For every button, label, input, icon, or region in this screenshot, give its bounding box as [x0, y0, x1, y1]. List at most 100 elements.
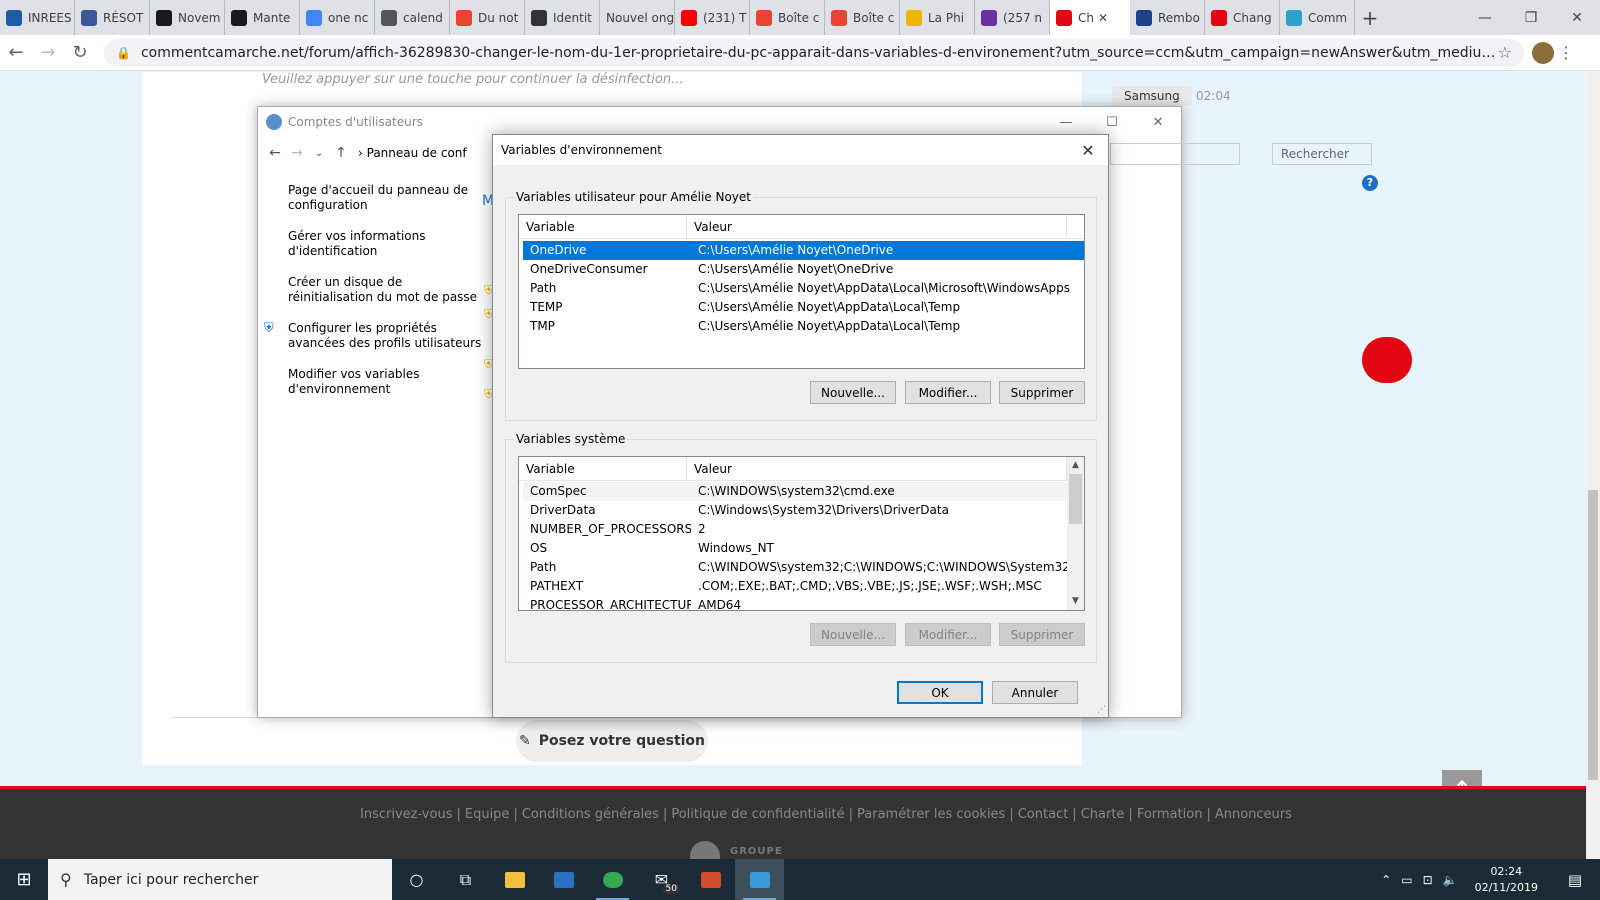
task-view-icon[interactable]: ⧉ [441, 859, 490, 900]
back-icon[interactable]: ← [0, 42, 32, 63]
user-delete-button[interactable]: Supprimer [999, 381, 1085, 404]
footer-link[interactable]: Paramétrer les cookies [857, 807, 1005, 822]
system-list-scrollbar[interactable]: ▲ ▼ [1067, 457, 1084, 610]
env-dialog-titlebar[interactable]: Variables d'environnement ✕ [493, 135, 1108, 165]
table-row[interactable]: OS Windows_NT [523, 539, 1084, 558]
ask-question-button[interactable]: ✎ Posez votre question [516, 720, 708, 762]
close-icon[interactable]: ✕ [1068, 141, 1108, 160]
footer-link[interactable]: Annonceurs [1215, 807, 1292, 822]
control-panel-icon[interactable] [735, 859, 784, 900]
restore-icon[interactable]: ❐ [1508, 10, 1554, 26]
table-row[interactable]: NUMBER_OF_PROCESSORS 2 [523, 520, 1084, 539]
page-scrollbar[interactable] [1586, 72, 1600, 859]
control-panel-nav-link[interactable]: Modifier vos variables d'environnement [258, 367, 488, 397]
chrome-icon[interactable] [588, 859, 637, 900]
bookmark-star-icon[interactable]: ☆ [1498, 43, 1512, 62]
table-row[interactable]: PROCESSOR_ARCHITECTURE AMD64 [523, 596, 1084, 610]
browser-tab[interactable]: calend [375, 0, 450, 35]
network-icon[interactable]: ⊡ [1423, 873, 1433, 887]
cancel-button[interactable]: Annuler [992, 681, 1078, 704]
close-icon[interactable]: ✕ [1135, 115, 1181, 130]
close-tab-icon[interactable]: ✕ [1098, 11, 1108, 25]
user-edit-button[interactable]: Modifier... [905, 381, 991, 404]
taskbar-search-input[interactable]: ⚲ Taper ici pour rechercher [48, 859, 392, 900]
file-explorer-icon[interactable] [490, 859, 539, 900]
footer-link[interactable]: Politique de confidentialité [671, 807, 844, 822]
resize-grip-icon[interactable]: ⋰ [1097, 705, 1106, 715]
browser-tab[interactable]: La Phi [900, 0, 975, 35]
explorer-address-field[interactable] [1110, 143, 1240, 165]
table-row[interactable]: OneDriveConsumer C:\Users\Amélie Noyet\On… [523, 260, 1084, 279]
red-circle-button[interactable] [1362, 337, 1412, 383]
ok-button[interactable]: OK [897, 681, 983, 704]
browser-tab[interactable]: one nc [300, 0, 375, 35]
table-row[interactable]: PATHEXT .COM;.EXE;.BAT;.CMD;.VBS;.VBE;.JS… [523, 577, 1084, 596]
system-edit-button[interactable]: Modifier... [905, 623, 991, 646]
page-scrollbar-thumb[interactable] [1588, 490, 1598, 780]
cortana-icon[interactable]: ○ [392, 859, 441, 900]
notification-icon[interactable]: ▤ [1555, 871, 1595, 889]
browser-tab[interactable]: Comm [1280, 0, 1355, 35]
browser-tab[interactable]: INREES [0, 0, 75, 35]
browser-tab[interactable]: Identit [525, 0, 600, 35]
user-variables-list[interactable]: Variable Valeur OneDrive C:\Users\Amélie … [518, 214, 1085, 369]
minimize-icon[interactable]: — [1043, 115, 1089, 130]
table-row[interactable]: TEMP C:\Users\Amélie Noyet\AppData\Local\… [523, 298, 1084, 317]
browser-tab[interactable]: Novem [150, 0, 225, 35]
browser-tab[interactable]: Chang [1205, 0, 1280, 35]
browser-tab[interactable]: Du not [450, 0, 525, 35]
up-arrow-icon[interactable]: ↑ [330, 145, 352, 161]
scroll-down-icon[interactable]: ▼ [1067, 593, 1084, 610]
app-icon[interactable] [686, 859, 735, 900]
maximize-icon[interactable]: ☐ [1089, 115, 1135, 130]
system-new-button[interactable]: Nouvelle... [810, 623, 896, 646]
windows-start-icon[interactable]: ⊞ [0, 859, 48, 900]
explorer-breadcrumb[interactable]: › Panneau de conf [358, 146, 467, 160]
mail-icon[interactable]: ✉ 50 [637, 859, 686, 900]
column-variable[interactable]: Variable [519, 215, 687, 238]
profile-avatar[interactable] [1532, 41, 1554, 64]
table-row[interactable]: TMP C:\Users\Amélie Noyet\AppData\Local\T… [523, 317, 1084, 336]
forward-icon[interactable]: → [32, 42, 64, 63]
footer-link[interactable]: Inscrivez-vous [360, 807, 452, 822]
system-delete-button[interactable]: Supprimer [999, 623, 1085, 646]
table-row[interactable]: ComSpec C:\WINDOWS\system32\cmd.exe [523, 482, 1084, 501]
explorer-search-input[interactable]: Rechercher [1272, 143, 1372, 165]
scroll-thumb[interactable] [1069, 474, 1082, 524]
new-tab-icon[interactable]: + [1355, 6, 1385, 30]
minimize-icon[interactable]: — [1462, 10, 1508, 26]
browser-tab[interactable]: RÉSOT [75, 0, 150, 35]
browser-tab[interactable]: Rembo [1130, 0, 1205, 35]
taskbar-clock[interactable]: 02:24 02/11/2019 [1475, 864, 1538, 896]
close-icon[interactable]: ✕ [1554, 10, 1600, 26]
browser-tab[interactable]: Boîte c [825, 0, 900, 35]
browser-tab[interactable]: Mante [225, 0, 300, 35]
browser-tab[interactable]: (231) T [675, 0, 750, 35]
column-value[interactable]: Valeur [687, 457, 1067, 480]
help-icon[interactable]: ? [1362, 175, 1378, 191]
address-bar[interactable]: 🔒 commentcamarche.net/forum/affich-36289… [104, 38, 1524, 67]
browser-tab[interactable]: (257 n [975, 0, 1050, 35]
control-panel-nav-link[interactable]: Gérer vos informations d'identification [258, 229, 488, 259]
samsung-tag[interactable]: Samsung [1112, 86, 1192, 106]
browser-tab[interactable]: Nouvel ong [600, 0, 675, 35]
user-new-button[interactable]: Nouvelle... [810, 381, 896, 404]
forward-icon[interactable]: → [286, 145, 308, 161]
control-panel-nav-link[interactable]: ⛨ Configurer les propriétés avancées des … [258, 321, 488, 351]
browser-tab[interactable]: Ch ✕ [1050, 0, 1130, 35]
system-variables-list[interactable]: Variable Valeur ComSpec C:\WINDOWS\system… [518, 456, 1085, 611]
footer-link[interactable]: Charte [1081, 807, 1125, 822]
scroll-up-icon[interactable]: ▲ [1067, 457, 1084, 474]
footer-link[interactable]: Contact [1018, 807, 1069, 822]
table-row[interactable]: OneDrive C:\Users\Amélie Noyet\OneDrive [523, 241, 1084, 260]
footer-link[interactable]: Conditions générales [522, 807, 659, 822]
volume-icon[interactable]: 🔈 [1443, 873, 1458, 887]
chevron-down-icon[interactable]: ⌄ [308, 148, 330, 159]
control-panel-nav-link[interactable]: Créer un disque de réinitialisation du m… [258, 275, 488, 305]
chevron-up-icon[interactable]: ⌃ [1381, 873, 1391, 887]
column-value[interactable]: Valeur [687, 215, 1067, 238]
footer-link[interactable]: Equipe [465, 807, 510, 822]
browser-tab[interactable]: Boîte c [750, 0, 825, 35]
column-variable[interactable]: Variable [519, 457, 687, 480]
store-icon[interactable] [539, 859, 588, 900]
